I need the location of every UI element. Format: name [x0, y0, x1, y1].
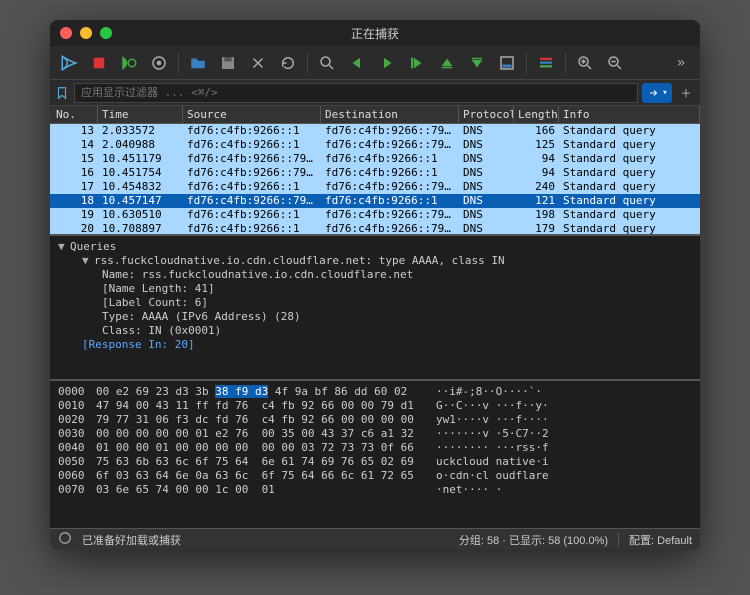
reload-button[interactable] [275, 50, 301, 76]
find-button[interactable] [314, 50, 340, 76]
packet-row[interactable]: 2010.708897fd76:c4fb:9266::1fd76:c4fb:92… [50, 222, 700, 236]
hex-row[interactable]: 000000 e2 69 23 d3 3b 38 f9 d3 4f 9a bf … [58, 385, 692, 399]
save-button[interactable] [215, 50, 241, 76]
filter-bar: ▾ ＋ [50, 80, 700, 106]
packet-list-pane: No. Time Source Destination Protocol Len… [50, 106, 700, 236]
wireshark-window: 正在捕获 [50, 20, 700, 550]
zoom-out-button[interactable] [602, 50, 628, 76]
toolbar-overflow-button[interactable]: » [668, 50, 694, 76]
goto-last-button[interactable] [464, 50, 490, 76]
col-header-destination[interactable]: Destination [321, 106, 459, 123]
window-title: 正在捕获 [50, 25, 700, 42]
hex-pane[interactable]: 000000 e2 69 23 d3 3b 38 f9 d3 4f 9a bf … [50, 381, 700, 528]
minimize-button[interactable] [80, 27, 92, 39]
maximize-button[interactable] [100, 27, 112, 39]
filter-add-button[interactable]: ＋ [676, 83, 696, 103]
details-queries[interactable]: ▼Queries [58, 240, 692, 254]
hex-row[interactable]: 007003 6e 65 74 00 00 1c 00 01·net···· · [58, 483, 692, 497]
filter-apply-button[interactable]: ▾ [642, 83, 672, 103]
col-header-no[interactable]: No. [50, 106, 98, 123]
packet-row[interactable]: 1510.451179fd76:c4fb:9266::79…fd76:c4fb:… [50, 152, 700, 166]
packet-row[interactable]: 1810.457147fd76:c4fb:9266::79…fd76:c4fb:… [50, 194, 700, 208]
hex-row[interactable]: 001047 94 00 43 11 ff fd 76 c4 fb 92 66 … [58, 399, 692, 413]
next-packet-button[interactable] [374, 50, 400, 76]
details-response-in-link[interactable]: [Response In: 20] [58, 338, 692, 352]
details-name-length[interactable]: [Name Length: 41] [58, 282, 692, 296]
goto-packet-button[interactable] [404, 50, 430, 76]
titlebar[interactable]: 正在捕获 [50, 20, 700, 46]
expert-info-icon[interactable] [58, 531, 72, 548]
hex-row[interactable]: 00606f 03 63 64 6e 0a 63 6c 6f 75 64 66 … [58, 469, 692, 483]
packet-row[interactable]: 1610.451754fd76:c4fb:9266::79…fd76:c4fb:… [50, 166, 700, 180]
hex-row[interactable]: 003000 00 00 00 00 01 e2 76 00 35 00 43 … [58, 427, 692, 441]
goto-first-button[interactable] [434, 50, 460, 76]
packet-details-pane[interactable]: ▼Queries ▼rss.fuckcloudnative.io.cdn.clo… [50, 236, 700, 381]
colorize-button[interactable] [533, 50, 559, 76]
packet-row[interactable]: 1710.454832fd76:c4fb:9266::1fd76:c4fb:92… [50, 180, 700, 194]
col-header-length[interactable]: Length [514, 106, 559, 123]
col-header-time[interactable]: Time [98, 106, 183, 123]
details-name[interactable]: Name: rss.fuckcloudnative.io.cdn.cloudfl… [58, 268, 692, 282]
hex-row[interactable]: 004001 00 00 01 00 00 00 00 00 00 03 72 … [58, 441, 692, 455]
bookmark-icon[interactable] [54, 85, 70, 101]
col-header-info[interactable]: Info [559, 106, 700, 123]
packet-row[interactable]: 142.040988fd76:c4fb:9266::1fd76:c4fb:926… [50, 138, 700, 152]
autoscroll-button[interactable] [494, 50, 520, 76]
capture-options-button[interactable] [146, 50, 172, 76]
stop-capture-button[interactable] [86, 50, 112, 76]
packet-list-body[interactable]: 132.033572fd76:c4fb:9266::1fd76:c4fb:926… [50, 124, 700, 236]
details-type[interactable]: Type: AAAA (IPv6 Address) (28) [58, 310, 692, 324]
details-class[interactable]: Class: IN (0x0001) [58, 324, 692, 338]
details-label-count[interactable]: [Label Count: 6] [58, 296, 692, 310]
col-header-source[interactable]: Source [183, 106, 321, 123]
status-packets-text: 分组: 58 · 已显示: 58 (100.0%) [459, 532, 608, 548]
open-file-button[interactable] [185, 50, 211, 76]
start-capture-button[interactable] [56, 50, 82, 76]
packet-list-header[interactable]: No. Time Source Destination Protocol Len… [50, 106, 700, 124]
traffic-lights [60, 27, 112, 39]
status-bar: 已准备好加载或捕获 分组: 58 · 已显示: 58 (100.0%) 配置: … [50, 528, 700, 550]
status-ready-text: 已准备好加载或捕获 [82, 532, 181, 548]
packet-row[interactable]: 132.033572fd76:c4fb:9266::1fd76:c4fb:926… [50, 124, 700, 138]
close-button[interactable] [60, 27, 72, 39]
hex-row[interactable]: 002079 77 31 06 f3 dc fd 76 c4 fb 92 66 … [58, 413, 692, 427]
packet-row[interactable]: 1910.630510fd76:c4fb:9266::1fd76:c4fb:92… [50, 208, 700, 222]
close-file-button[interactable] [245, 50, 271, 76]
hex-row[interactable]: 005075 63 6b 63 6c 6f 75 64 6e 61 74 69 … [58, 455, 692, 469]
details-query-row[interactable]: ▼rss.fuckcloudnative.io.cdn.cloudflare.n… [58, 254, 692, 268]
restart-capture-button[interactable] [116, 50, 142, 76]
col-header-protocol[interactable]: Protocol [459, 106, 514, 123]
zoom-in-button[interactable] [572, 50, 598, 76]
status-profile-text[interactable]: 配置: Default [629, 532, 692, 548]
display-filter-input[interactable] [74, 83, 638, 103]
prev-packet-button[interactable] [344, 50, 370, 76]
main-toolbar: » [50, 46, 700, 80]
